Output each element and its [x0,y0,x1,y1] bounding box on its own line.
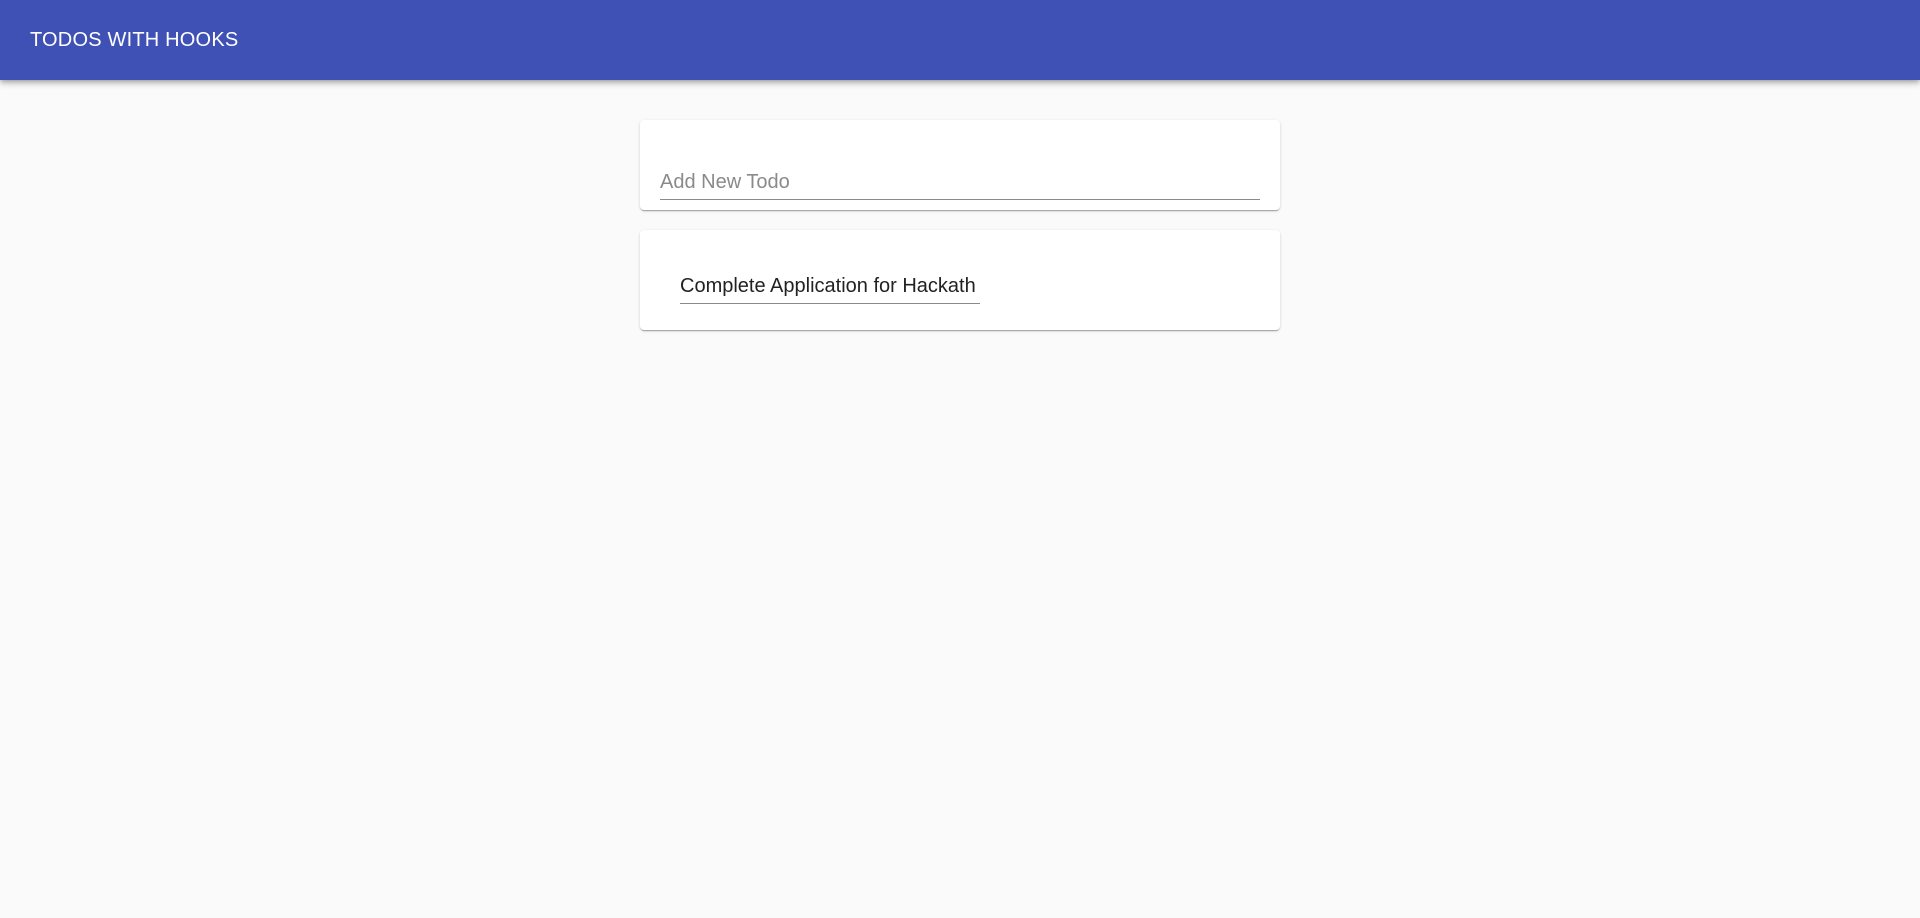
app-title: TODOS WITH HOOKS [30,28,239,51]
new-todo-input[interactable] [660,166,1260,200]
list-item [680,270,980,314]
todo-edit-input[interactable] [680,270,980,304]
new-todo-card [640,120,1280,210]
todo-list-card [640,230,1280,330]
app-bar: TODOS WITH HOOKS [0,0,1920,80]
